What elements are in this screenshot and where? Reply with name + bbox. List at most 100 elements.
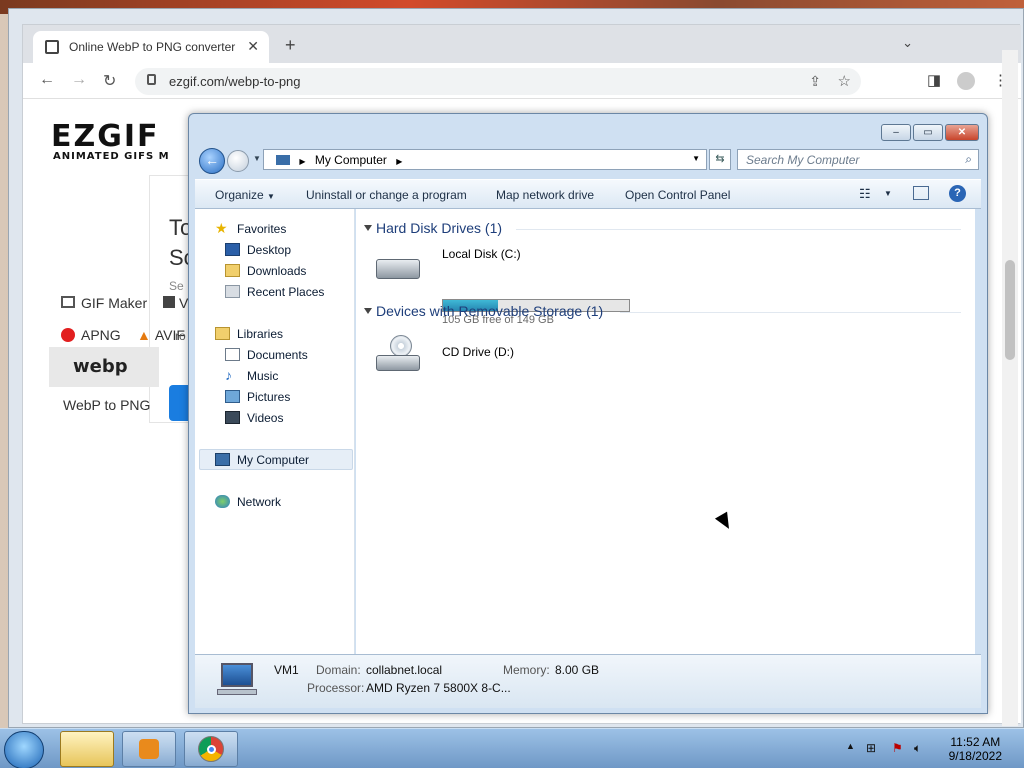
- view-options-icon[interactable]: ☷: [859, 186, 871, 202]
- hard-drive-icon: [376, 259, 420, 279]
- nav-network[interactable]: Network: [215, 495, 281, 509]
- music-icon: ♪: [225, 367, 232, 383]
- scrollbar-thumb[interactable]: [1005, 260, 1015, 360]
- explorer-address-bar[interactable]: ▶ My Computer ▶ ▼: [263, 149, 707, 170]
- nav-videos[interactable]: Videos: [225, 411, 283, 425]
- start-button-windows-icon[interactable]: [4, 731, 44, 768]
- network-tray-icon[interactable]: ⊞: [866, 741, 876, 755]
- video-tool-link-fragment[interactable]: V: [163, 295, 188, 311]
- search-placeholder: Search My Computer: [746, 153, 860, 167]
- domain-label: Domain:: [316, 663, 361, 677]
- sidepanel-icon[interactable]: ◨: [927, 71, 941, 89]
- share-icon[interactable]: ⇪: [809, 73, 821, 90]
- open-control-panel-button[interactable]: Open Control Panel: [625, 188, 730, 202]
- desktop-icon: [225, 243, 240, 256]
- nav-pictures[interactable]: Pictures: [225, 390, 290, 404]
- webp-logo-tile[interactable]: webp: [49, 347, 159, 387]
- help-icon[interactable]: ?: [949, 185, 966, 202]
- page-subtext-fragment: Se: [169, 279, 184, 293]
- nav-documents[interactable]: Documents: [225, 348, 308, 362]
- group-header-hard-disks[interactable]: Hard Disk Drives (1): [363, 220, 502, 236]
- webp-to-png-link[interactable]: WebP to PNG: [63, 397, 150, 413]
- system-clock[interactable]: 11:52 AM 9/18/2022: [949, 735, 1002, 763]
- new-tab-icon[interactable]: +: [285, 35, 296, 56]
- ezgif-logo[interactable]: EZGIF: [51, 119, 160, 154]
- url-text: ezgif.com/webp-to-png: [169, 74, 301, 89]
- avif-text-fragment: ro: [175, 329, 186, 343]
- clock-time: 11:52 AM: [950, 735, 1001, 749]
- processor-label: Processor:: [307, 681, 365, 695]
- close-button[interactable]: ✕: [945, 124, 979, 141]
- nav-music[interactable]: ♪ Music: [225, 367, 278, 383]
- explorer-title-bar[interactable]: – ▭ ✕: [189, 114, 987, 146]
- forward-arrow-icon[interactable]: [227, 150, 249, 172]
- breadcrumb-my-computer[interactable]: My Computer: [315, 153, 387, 167]
- lock-icon[interactable]: [147, 74, 156, 85]
- clock-date: 9/18/2022: [948, 749, 1002, 763]
- ezgif-tagline: ANIMATED GIFS M: [53, 151, 170, 162]
- tab-title: Online WebP to PNG converter: [69, 40, 236, 54]
- reload-icon[interactable]: ↻: [103, 71, 116, 91]
- maximize-button[interactable]: ▭: [913, 124, 943, 141]
- tab-strip: Online WebP to PNG converter ✕ + ⌄: [23, 25, 1021, 63]
- search-input[interactable]: Search My Computer ⌕: [737, 149, 979, 170]
- command-bar: Organize ▼ Uninstall or change a program…: [195, 179, 981, 209]
- drive-local-disk-c[interactable]: Local Disk (C:) 105 GB free of 149 GB: [372, 245, 642, 326]
- drive-cd-d[interactable]: CD Drive (D:): [372, 329, 532, 377]
- nav-my-computer[interactable]: My Computer: [215, 453, 309, 467]
- nav-recent-places[interactable]: Recent Places: [225, 285, 324, 299]
- computer-icon: [215, 453, 230, 466]
- computer-name: VM1: [274, 663, 299, 677]
- file-list-pane: Hard Disk Drives (1) Local Disk (C:) 105…: [356, 209, 975, 654]
- back-icon[interactable]: ←: [39, 71, 55, 89]
- recent-places-icon: [225, 285, 240, 298]
- taskbar-media-player-icon[interactable]: [122, 731, 176, 767]
- breadcrumb-separator-icon[interactable]: ▶: [299, 157, 305, 166]
- preview-pane-icon[interactable]: [913, 186, 929, 200]
- explorer-window: – ▭ ✕ ← ▼ ▶ My Computer ▶ ▼ ⇆ Search My …: [188, 113, 988, 714]
- taskbar-chrome-icon[interactable]: [184, 731, 238, 767]
- organize-chevron-icon: ▼: [267, 192, 275, 201]
- map-network-drive-button[interactable]: Map network drive: [496, 188, 594, 202]
- apng-link[interactable]: APNG: [61, 327, 121, 343]
- group-header-removable[interactable]: Devices with Removable Storage (1): [363, 303, 603, 319]
- nav-favorites[interactable]: ★ Favorites: [215, 220, 286, 236]
- page-scrollbar[interactable]: [1002, 50, 1018, 726]
- uninstall-program-button[interactable]: Uninstall or change a program: [306, 188, 467, 202]
- upload-button-fragment[interactable]: [169, 385, 189, 421]
- back-arrow-icon[interactable]: ←: [199, 148, 225, 174]
- organize-button[interactable]: Organize ▼: [215, 188, 275, 202]
- tray-overflow-chevron-icon[interactable]: ▲: [846, 741, 855, 751]
- video-icon: [163, 296, 175, 308]
- refresh-icon[interactable]: ⇆: [709, 149, 731, 170]
- nav-desktop[interactable]: Desktop: [225, 243, 291, 257]
- star-icon[interactable]: ☆: [838, 72, 851, 90]
- breadcrumb-chevron-icon[interactable]: ▶: [396, 157, 402, 166]
- group-divider: [516, 229, 961, 230]
- search-icon[interactable]: ⌕: [965, 152, 972, 167]
- address-dropdown-icon[interactable]: ▼: [692, 154, 700, 163]
- action-center-flag-icon[interactable]: ⚑: [892, 741, 903, 755]
- nav-downloads[interactable]: Downloads: [225, 264, 306, 278]
- gif-maker-link[interactable]: GIF Maker: [61, 295, 147, 311]
- memory-value: 8.00 GB: [555, 663, 600, 677]
- taskbar-explorer-folder-icon[interactable]: [60, 731, 114, 767]
- explorer-address-row: ← ▼ ▶ My Computer ▶ ▼ ⇆ Search My Comput…: [197, 147, 981, 174]
- browser-tab[interactable]: Online WebP to PNG converter ✕: [33, 31, 269, 63]
- volume-icon[interactable]: 🔈︎: [914, 741, 921, 756]
- profile-icon[interactable]: [957, 72, 975, 90]
- processor-value: AMD Ryzen 7 5800X 8-C...: [366, 681, 511, 695]
- avif-icon: ▲: [137, 327, 151, 343]
- view-dropdown-icon[interactable]: ▼: [884, 189, 892, 198]
- minimize-button[interactable]: –: [881, 124, 911, 141]
- close-tab-icon[interactable]: ✕: [247, 38, 259, 55]
- cd-drive-icon: [376, 335, 420, 373]
- forward-icon[interactable]: →: [71, 71, 87, 89]
- navigation-pane: ★ Favorites Desktop Downloads Recent Plac…: [195, 209, 355, 654]
- recent-pages-chevron-icon[interactable]: ▼: [253, 154, 261, 163]
- address-bar[interactable]: ezgif.com/webp-to-png ⇪ ☆: [135, 68, 861, 95]
- nav-libraries[interactable]: Libraries: [215, 327, 283, 341]
- browser-toolbar: ← → ↻ ezgif.com/webp-to-png ⇪ ☆ ◨ ⋮: [23, 63, 1021, 99]
- tab-search-chevron-icon[interactable]: ⌄: [902, 35, 913, 51]
- drive-d-label: CD Drive (D:): [442, 345, 514, 359]
